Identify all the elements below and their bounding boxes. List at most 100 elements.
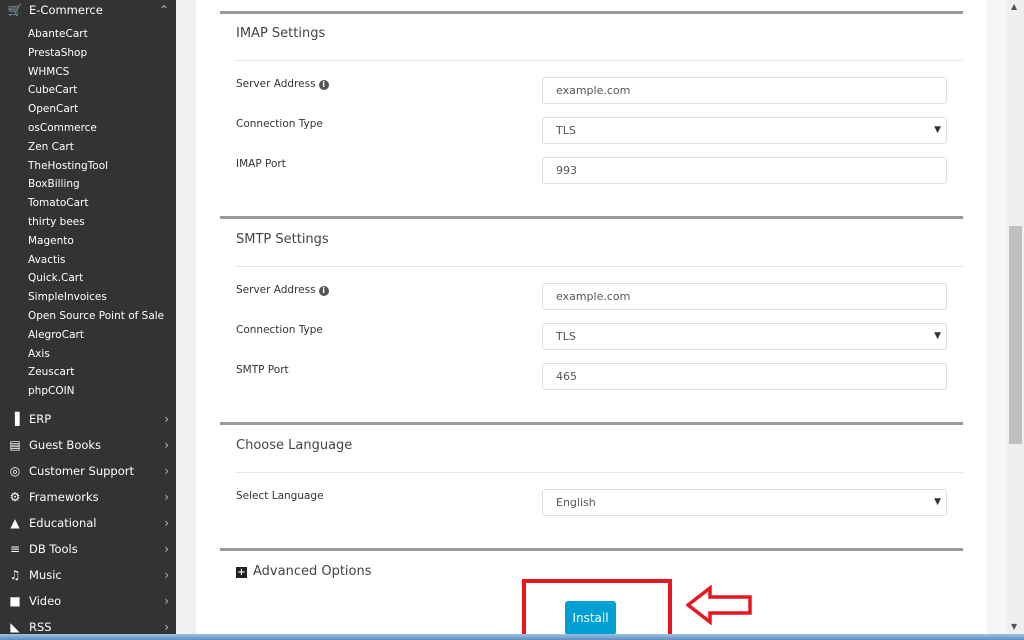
divider (220, 11, 963, 14)
book-icon: ▤ (9, 438, 21, 452)
language-select[interactable]: English ▼ (542, 489, 947, 516)
category-label: Educational (29, 516, 97, 530)
category-label: Music (29, 568, 62, 582)
chevron-right-icon: › (164, 620, 169, 634)
category-label: ERP (29, 412, 52, 426)
sidebar-subitem[interactable]: BoxBilling (28, 176, 80, 192)
category-label: Frameworks (29, 490, 99, 504)
sidebar-category-ecommerce[interactable]: 🛒 E-Commerce ⌃ (7, 0, 173, 20)
sidebar-subitem[interactable]: thirty bees (28, 214, 85, 230)
dropdown-arrow-icon: ▼ (934, 497, 941, 507)
scrollbar[interactable]: ▲ ▼ (1007, 0, 1024, 636)
sidebar-category-db-tools[interactable]: ≡ DB Tools › (7, 539, 173, 559)
sidebar-subitem[interactable]: osCommerce (28, 120, 97, 136)
imap-port-label: IMAP Port (236, 158, 286, 170)
sidebar-subitem[interactable]: TomatoCart (28, 195, 88, 211)
chevron-right-icon: › (164, 412, 169, 426)
sidebar-subitem[interactable]: AbanteCart (28, 26, 88, 42)
sidebar-subitem[interactable]: phpCOIN (28, 383, 75, 399)
chevron-right-icon: › (164, 490, 169, 504)
plus-square-icon: + (236, 567, 247, 578)
smtp-section-title: SMTP Settings (236, 232, 329, 247)
scroll-up-icon[interactable]: ▲ (1011, 2, 1017, 11)
sidebar-category-frameworks[interactable]: ⚙ Frameworks › (7, 487, 173, 507)
sidebar-subitem[interactable]: SimpleInvoices (28, 289, 107, 305)
smtp-server-input[interactable]: example.com (542, 283, 947, 310)
imap-port-input[interactable]: 993 (542, 157, 947, 184)
category-label: DB Tools (29, 542, 78, 556)
sidebar-subitem[interactable]: OpenCart (28, 101, 78, 117)
sidebar-subitem[interactable]: Axis (28, 346, 50, 362)
advanced-options-toggle[interactable]: + Advanced Options (236, 564, 372, 579)
taskbar (0, 634, 1024, 640)
scroll-down-icon[interactable]: ▼ (1011, 622, 1017, 631)
page-margin (987, 0, 1007, 636)
install-form: IMAP Settings Server Address i example.co… (196, 0, 987, 636)
sidebar-category-music[interactable]: ♫ Music › (7, 565, 173, 585)
divider (220, 548, 963, 551)
info-icon[interactable]: i (318, 286, 329, 296)
video-icon: ■ (9, 594, 21, 608)
smtp-port-input[interactable]: 465 (542, 363, 947, 390)
imap-section-title: IMAP Settings (236, 26, 326, 41)
category-label: Video (29, 594, 62, 608)
chevron-right-icon: › (164, 438, 169, 452)
chevron-right-icon: › (164, 516, 169, 530)
sidebar-subitem[interactable]: Quick.Cart (28, 270, 83, 286)
divider (236, 60, 963, 61)
dropdown-arrow-icon: ▼ (934, 331, 941, 341)
rss-icon: ◣ (10, 620, 20, 634)
imap-server-input[interactable]: example.com (542, 77, 947, 104)
smtp-server-label: Server Address i (236, 284, 329, 296)
smtp-connection-label: Connection Type (236, 324, 323, 336)
sidebar: 🛒 E-Commerce ⌃ AbanteCart PrestaShop WHMCS… (0, 0, 176, 636)
category-label: Guest Books (29, 438, 102, 452)
sidebar-subitem[interactable]: Zeuscart (28, 364, 74, 380)
chevron-right-icon: › (164, 568, 169, 582)
language-section-title: Choose Language (236, 438, 353, 453)
sidebar-subitem[interactable]: WHMCS (28, 64, 69, 80)
database-icon: ≡ (9, 542, 21, 556)
chevron-right-icon: › (164, 594, 169, 608)
arrow-left-annotation-icon (686, 585, 752, 625)
gears-icon: ⚙ (9, 490, 21, 504)
chevron-up-icon: ⌃ (158, 3, 169, 17)
imap-server-label: Server Address i (236, 78, 329, 90)
chevron-right-icon: › (164, 464, 169, 478)
sidebar-subitem[interactable]: Open Source Point of Sale (28, 308, 164, 324)
imap-connection-select[interactable]: TLS ▼ (542, 117, 947, 144)
category-label: Customer Support (29, 464, 134, 478)
sidebar-category-video[interactable]: ■ Video › (7, 591, 173, 611)
sidebar-category-erp[interactable]: ▐ ERP › (7, 409, 173, 429)
scrollbar-thumb[interactable] (1009, 226, 1022, 444)
sidebar-subitem[interactable]: TheHostingTool (28, 158, 108, 174)
divider (220, 422, 963, 425)
category-label: RSS (29, 620, 52, 634)
music-icon: ♫ (9, 568, 21, 582)
life-ring-icon: ◎ (9, 464, 21, 478)
sidebar-subitem[interactable]: Zen Cart (28, 139, 74, 155)
highlight-box (522, 579, 672, 640)
divider (236, 266, 963, 267)
sidebar-subitem[interactable]: CubeCart (28, 82, 77, 98)
divider (220, 216, 963, 219)
cart-icon: 🛒 (7, 3, 23, 17)
language-label: Select Language (236, 490, 324, 502)
imap-connection-label: Connection Type (236, 118, 323, 130)
sidebar-subitem[interactable]: Avactis (28, 252, 66, 268)
graduation-cap-icon: ▲ (10, 516, 20, 530)
sidebar-category-educational[interactable]: ▲ Educational › (7, 513, 173, 533)
sidebar-category-customer-support[interactable]: ◎ Customer Support › (7, 461, 173, 481)
bar-chart-icon: ▐ (10, 412, 20, 426)
sidebar-subitem[interactable]: Magento (28, 233, 74, 249)
dropdown-arrow-icon: ▼ (934, 125, 941, 135)
info-icon[interactable]: i (318, 80, 329, 90)
gutter (176, 0, 196, 636)
chevron-right-icon: › (164, 542, 169, 556)
sidebar-subitem[interactable]: PrestaShop (28, 45, 87, 61)
sidebar-category-guest-books[interactable]: ▤ Guest Books › (7, 435, 173, 455)
smtp-port-label: SMTP Port (236, 364, 289, 376)
sidebar-subitem[interactable]: AlegroCart (28, 327, 84, 343)
smtp-connection-select[interactable]: TLS ▼ (542, 323, 947, 350)
divider (236, 472, 963, 473)
